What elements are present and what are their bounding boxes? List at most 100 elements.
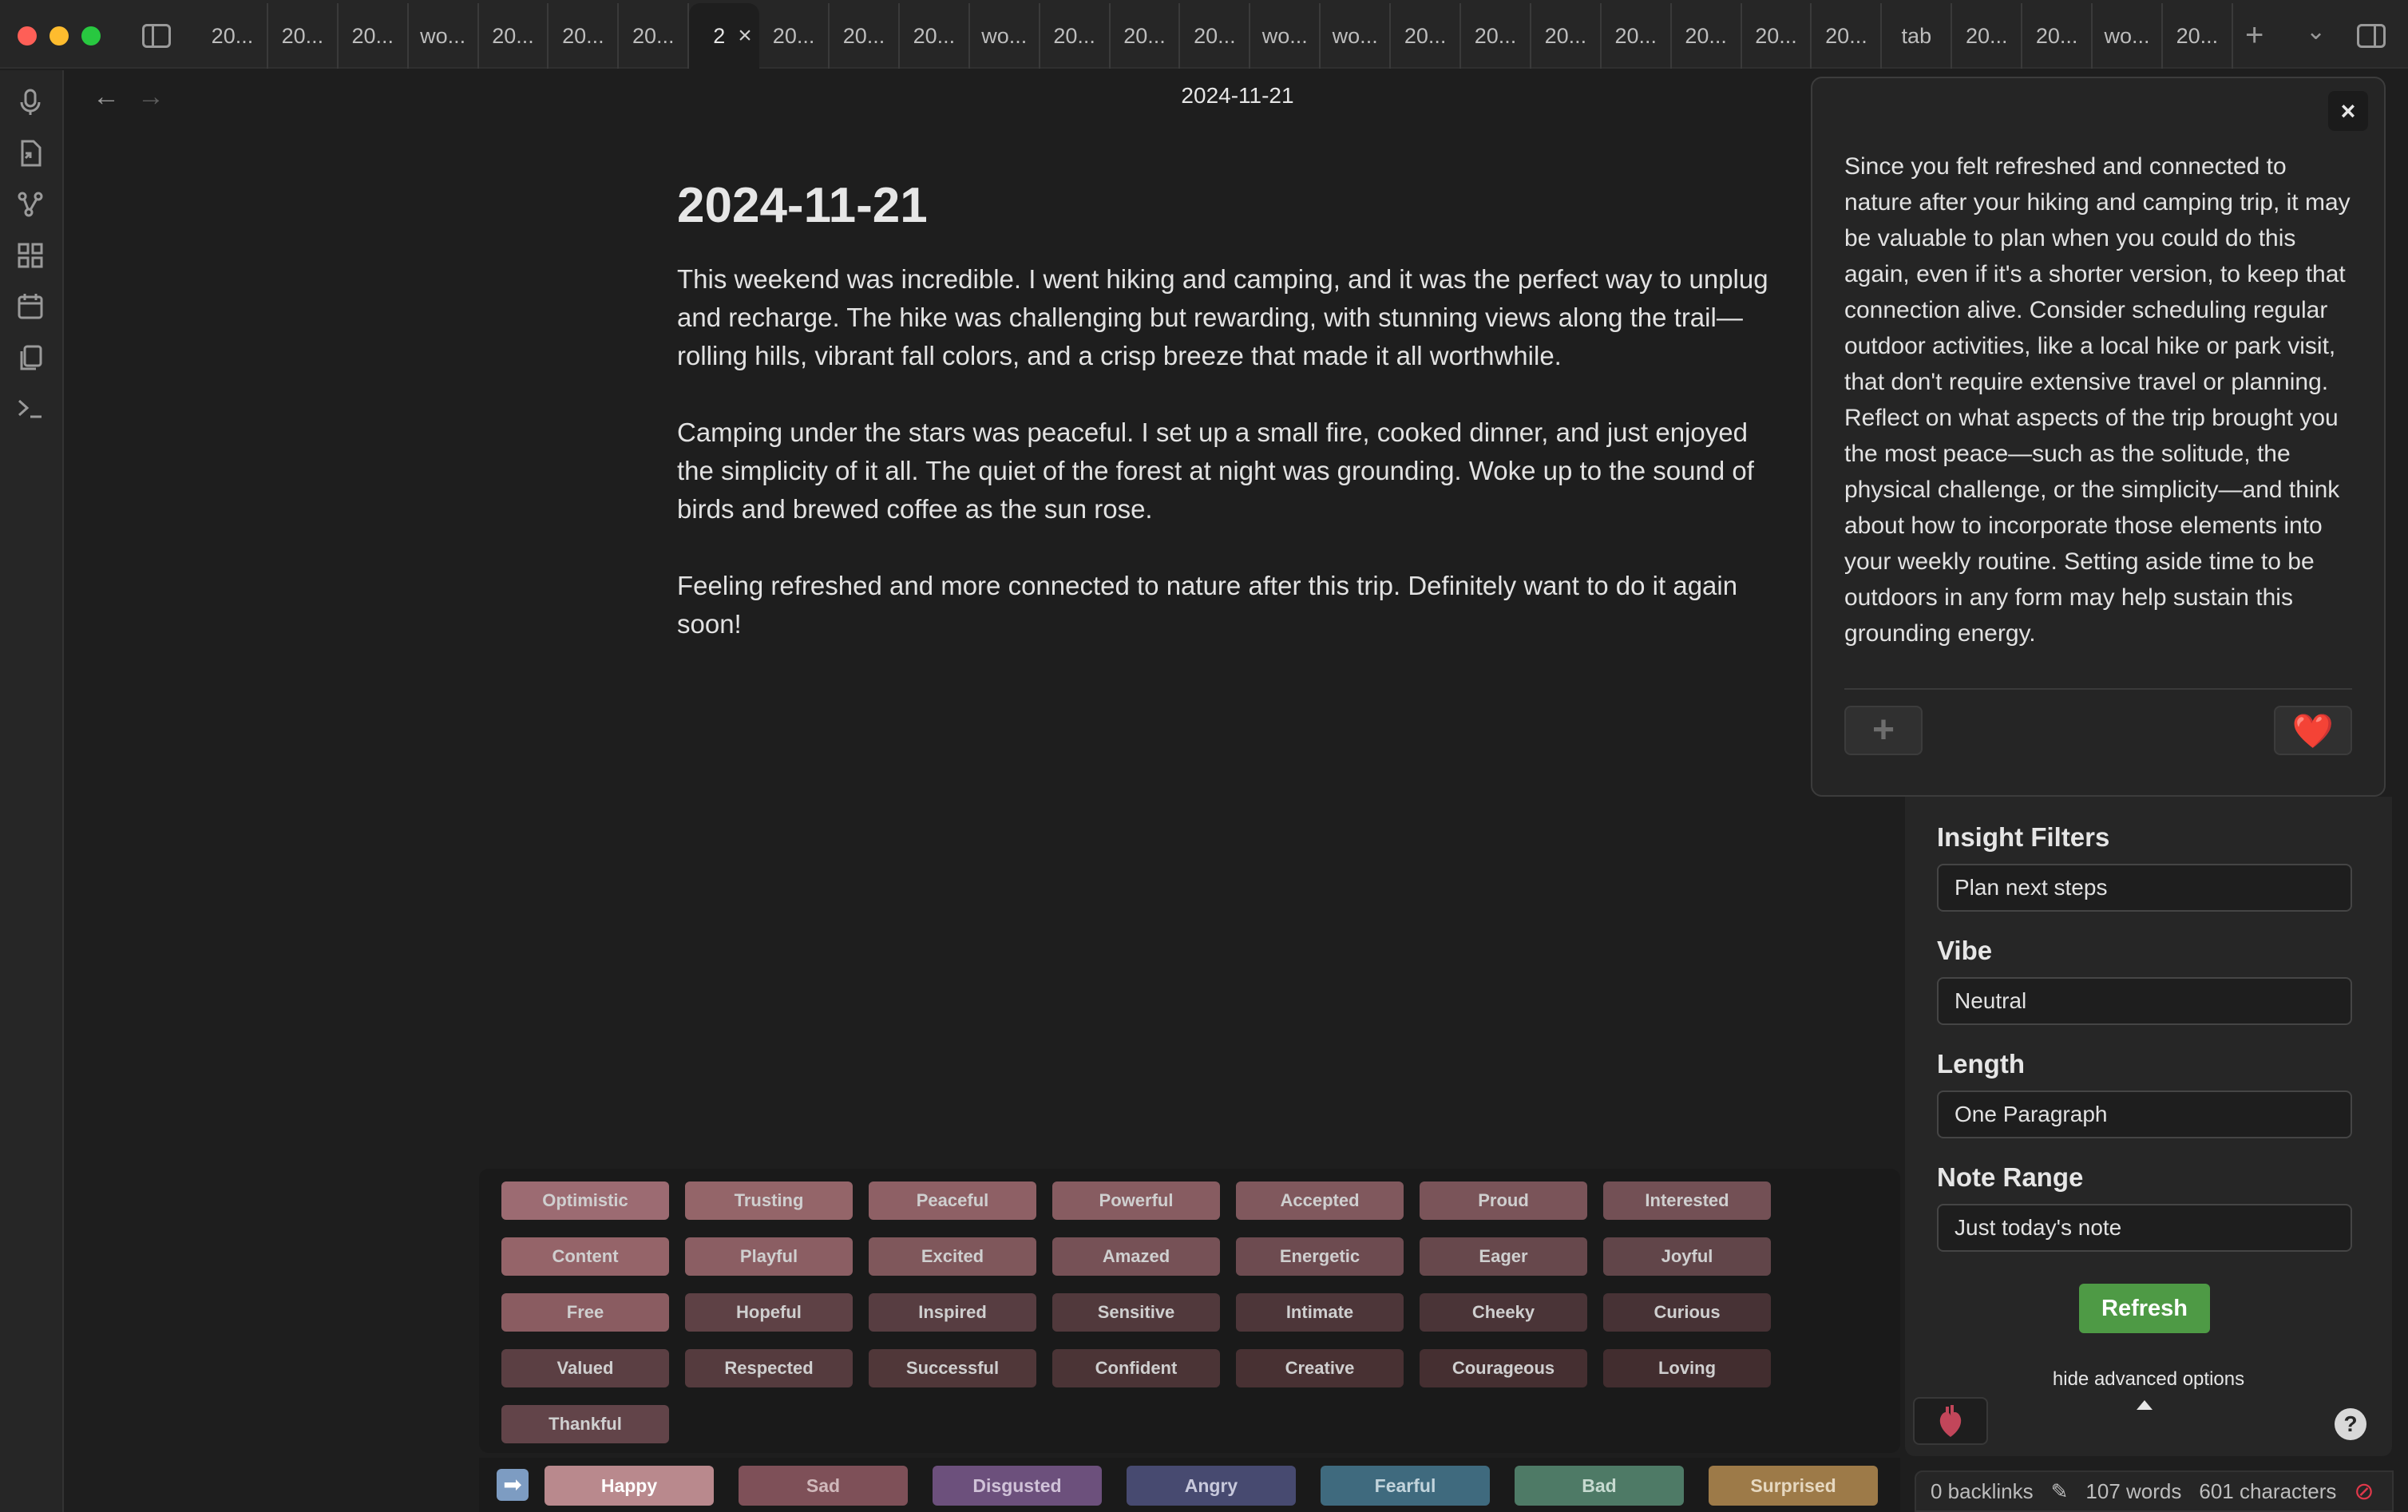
- tab[interactable]: 20...: [479, 3, 549, 69]
- tab[interactable]: 20...: [1461, 3, 1531, 69]
- emotion-button[interactable]: Content: [501, 1237, 669, 1276]
- emotion-button[interactable]: Loving: [1603, 1349, 1771, 1387]
- tab[interactable]: 20...: [1742, 3, 1812, 69]
- tab[interactable]: 20...: [1180, 3, 1251, 69]
- emotion-category-button[interactable]: Angry: [1127, 1466, 1296, 1506]
- note-range-select[interactable]: Just today's note: [1937, 1204, 2352, 1252]
- tab[interactable]: 20...: [1602, 3, 1672, 69]
- emotion-button[interactable]: Amazed: [1052, 1237, 1220, 1276]
- tab[interactable]: 20...: [1040, 3, 1111, 69]
- tab-close-icon[interactable]: ×: [738, 22, 752, 49]
- anatomical-heart-icon[interactable]: [1913, 1397, 1988, 1445]
- emotion-button[interactable]: Accepted: [1236, 1181, 1404, 1220]
- emotion-button[interactable]: Thankful: [501, 1405, 669, 1443]
- emotion-category-button[interactable]: Disgusted: [933, 1466, 1102, 1506]
- emotion-button[interactable]: Courageous: [1420, 1349, 1587, 1387]
- emotion-button[interactable]: Trusting: [685, 1181, 853, 1220]
- emotion-category-button[interactable]: Surprised: [1709, 1466, 1878, 1506]
- navigate-forward-arrow-icon[interactable]: →: [137, 81, 164, 113]
- tab[interactable]: 20...: [619, 3, 690, 69]
- emotion-button[interactable]: Joyful: [1603, 1237, 1771, 1276]
- note-paragraph[interactable]: This weekend was incredible. I went hiki…: [677, 260, 1782, 375]
- terminal-icon[interactable]: [14, 393, 46, 425]
- tab[interactable]: 20...: [198, 3, 268, 69]
- close-window-button[interactable]: [18, 26, 37, 46]
- tab[interactable]: 20...: [2163, 3, 2233, 69]
- graph-view-icon[interactable]: [14, 188, 46, 220]
- tab[interactable]: wo...: [2093, 3, 2163, 69]
- arrow-right-icon[interactable]: ➡: [497, 1469, 529, 1501]
- heart-like-button[interactable]: ❤️: [2274, 706, 2352, 755]
- emotion-button[interactable]: Excited: [869, 1237, 1036, 1276]
- emotion-button[interactable]: Eager: [1420, 1237, 1587, 1276]
- tab[interactable]: 20...: [339, 3, 409, 69]
- help-question-icon[interactable]: ?: [2335, 1408, 2366, 1440]
- new-tab-plus-icon[interactable]: +: [2245, 18, 2263, 53]
- length-select[interactable]: One Paragraph: [1937, 1090, 2352, 1138]
- insight-filters-select[interactable]: Plan next steps: [1937, 864, 2352, 912]
- emotion-category-button[interactable]: Bad: [1515, 1466, 1684, 1506]
- emotion-button[interactable]: Energetic: [1236, 1237, 1404, 1276]
- add-plus-button[interactable]: +: [1844, 706, 1923, 755]
- emotion-button[interactable]: Peaceful: [869, 1181, 1036, 1220]
- emotion-button[interactable]: Free: [501, 1293, 669, 1332]
- emotion-button[interactable]: Optimistic: [501, 1181, 669, 1220]
- right-sidebar-toggle-icon[interactable]: [2357, 24, 2386, 48]
- emotion-category-button[interactable]: Happy: [545, 1466, 714, 1506]
- canvas-grid-icon[interactable]: [14, 239, 46, 271]
- emotion-button[interactable]: Inspired: [869, 1293, 1036, 1332]
- tab[interactable]: 20...: [1111, 3, 1181, 69]
- left-sidebar-toggle-icon[interactable]: [142, 24, 171, 48]
- microphone-icon[interactable]: [14, 86, 46, 118]
- emotion-button[interactable]: Confident: [1052, 1349, 1220, 1387]
- emotion-button[interactable]: Hopeful: [685, 1293, 853, 1332]
- tab[interactable]: tab: [1882, 3, 1953, 69]
- note-body[interactable]: This weekend was incredible. I went hiki…: [677, 260, 1782, 682]
- calendar-icon[interactable]: [14, 291, 46, 323]
- emotion-button[interactable]: Interested: [1603, 1181, 1771, 1220]
- emotion-button[interactable]: Valued: [501, 1349, 669, 1387]
- tab[interactable]: 20...: [1531, 3, 1602, 69]
- tab[interactable]: 20...: [1952, 3, 2023, 69]
- emotion-category-button[interactable]: Fearful: [1321, 1466, 1490, 1506]
- tab[interactable]: 20...: [549, 3, 620, 69]
- tab[interactable]: 20...: [1812, 3, 1883, 69]
- tab-list-chevron-down-icon[interactable]: ⌄: [2306, 18, 2326, 46]
- tab[interactable]: wo...: [1321, 3, 1392, 69]
- open-quick-switcher-icon[interactable]: [14, 137, 46, 169]
- minimize-window-button[interactable]: [50, 26, 69, 46]
- note-paragraph[interactable]: Camping under the stars was peaceful. I …: [677, 414, 1782, 528]
- tab[interactable]: 20...: [1391, 3, 1462, 69]
- tab[interactable]: wo...: [1250, 3, 1321, 69]
- caret-up-icon[interactable]: [2137, 1400, 2153, 1410]
- pencil-edit-icon[interactable]: ✎: [2051, 1479, 2069, 1504]
- backlinks-count[interactable]: 0 backlinks: [1931, 1479, 2034, 1504]
- refresh-button[interactable]: Refresh: [2079, 1284, 2210, 1333]
- emotion-button[interactable]: Playful: [685, 1237, 853, 1276]
- note-title[interactable]: 2024-11-21: [677, 177, 928, 234]
- emotion-button[interactable]: Creative: [1236, 1349, 1404, 1387]
- sync-off-icon[interactable]: ⊘: [2354, 1478, 2374, 1506]
- tab[interactable]: 20...: [268, 3, 339, 69]
- emotion-button[interactable]: Proud: [1420, 1181, 1587, 1220]
- close-icon[interactable]: ×: [2328, 91, 2368, 131]
- emotion-button[interactable]: Intimate: [1236, 1293, 1404, 1332]
- copy-pages-icon[interactable]: [14, 342, 46, 374]
- hide-advanced-options-link[interactable]: hide advanced options: [1905, 1368, 2392, 1391]
- emotion-button[interactable]: Cheeky: [1420, 1293, 1587, 1332]
- emotion-button[interactable]: Sensitive: [1052, 1293, 1220, 1332]
- tab[interactable]: 20...: [1672, 3, 1742, 69]
- view-header-title[interactable]: 2024-11-21: [1102, 83, 1373, 109]
- emotion-button[interactable]: Powerful: [1052, 1181, 1220, 1220]
- tab[interactable]: wo...: [970, 3, 1040, 69]
- tab[interactable]: 20...: [759, 3, 830, 69]
- tab[interactable]: 20...: [900, 3, 970, 69]
- tab[interactable]: 20...: [830, 3, 900, 69]
- tab[interactable]: 20...: [2022, 3, 2093, 69]
- navigate-back-arrow-icon[interactable]: ←: [93, 81, 120, 113]
- note-paragraph[interactable]: Feeling refreshed and more connected to …: [677, 567, 1782, 643]
- emotion-button[interactable]: Respected: [685, 1349, 853, 1387]
- emotion-button[interactable]: Curious: [1603, 1293, 1771, 1332]
- emotion-category-button[interactable]: Sad: [739, 1466, 908, 1506]
- maximize-window-button[interactable]: [81, 26, 101, 46]
